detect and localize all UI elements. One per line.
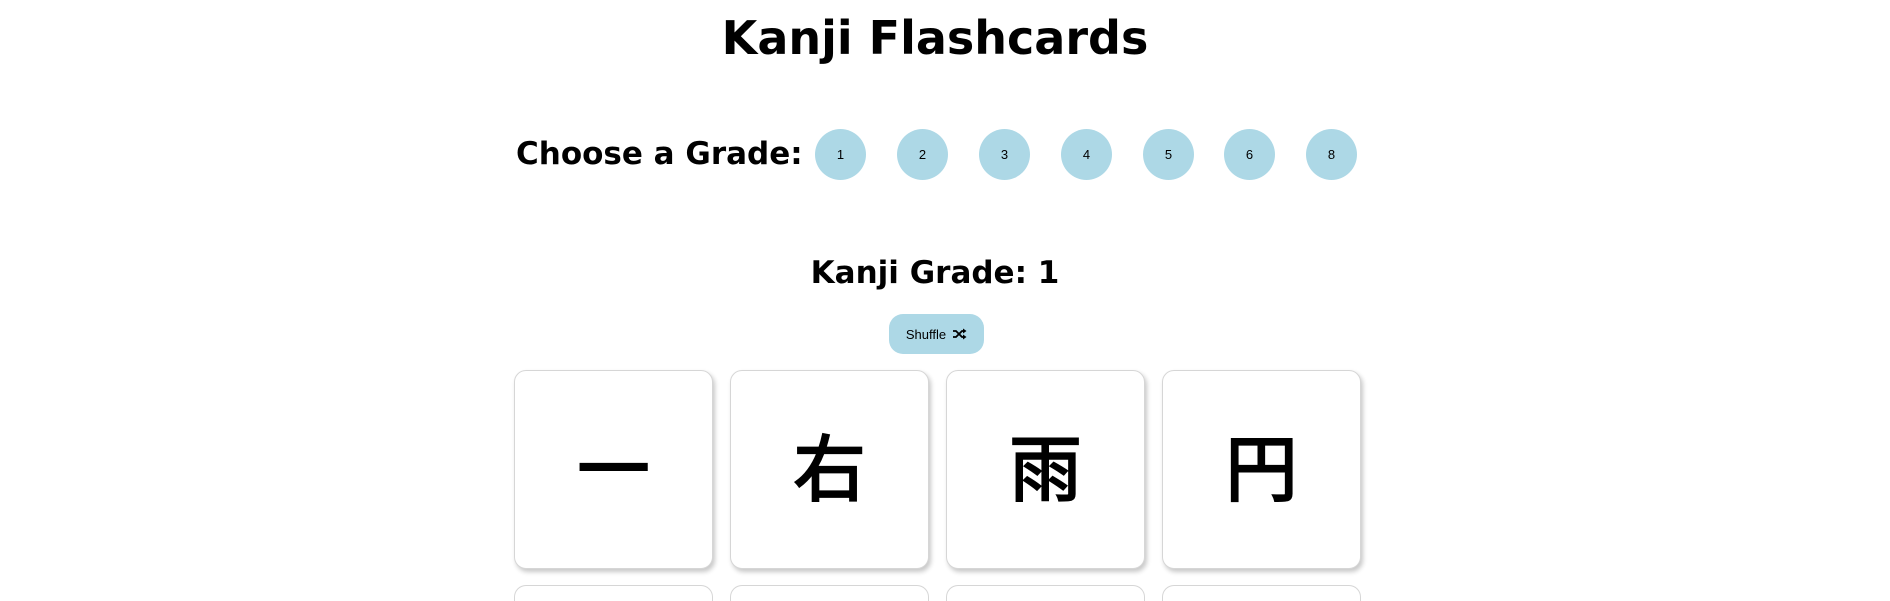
current-grade-heading: Kanji Grade: 1 xyxy=(810,255,1060,291)
grade-button-3[interactable]: 3 xyxy=(979,129,1030,180)
page-title: Kanji Flashcards xyxy=(721,11,1149,65)
kanji-card[interactable] xyxy=(1162,585,1361,601)
grade-button-1[interactable]: 1 xyxy=(815,129,866,180)
kanji-card[interactable]: 雨 xyxy=(946,370,1145,569)
kanji-card[interactable] xyxy=(514,585,713,601)
shuffle-icon xyxy=(953,328,967,340)
kanji-character: 雨 xyxy=(1009,427,1082,512)
shuffle-label: Shuffle xyxy=(905,326,947,342)
kanji-card[interactable]: 右 xyxy=(730,370,929,569)
kanji-app: Kanji Flashcards Choose a Grade: 1 2 3 4… xyxy=(0,0,1890,601)
grade-button-5[interactable]: 5 xyxy=(1143,129,1194,180)
grade-button-4[interactable]: 4 xyxy=(1061,129,1112,180)
kanji-character: 一 xyxy=(577,427,650,512)
kanji-card[interactable] xyxy=(730,585,929,601)
grade-button-6[interactable]: 6 xyxy=(1224,129,1275,180)
kanji-card[interactable]: 一 xyxy=(514,370,713,569)
grade-selector-label: Choose a Grade: xyxy=(516,136,803,172)
kanji-card[interactable] xyxy=(946,585,1145,601)
kanji-card[interactable]: 円 xyxy=(1162,370,1361,569)
grade-button-2[interactable]: 2 xyxy=(897,129,948,180)
grade-button-8[interactable]: 8 xyxy=(1306,129,1357,180)
shuffle-button[interactable]: Shuffle xyxy=(889,314,984,354)
kanji-character: 右 xyxy=(793,427,866,512)
kanji-character: 円 xyxy=(1225,427,1298,512)
